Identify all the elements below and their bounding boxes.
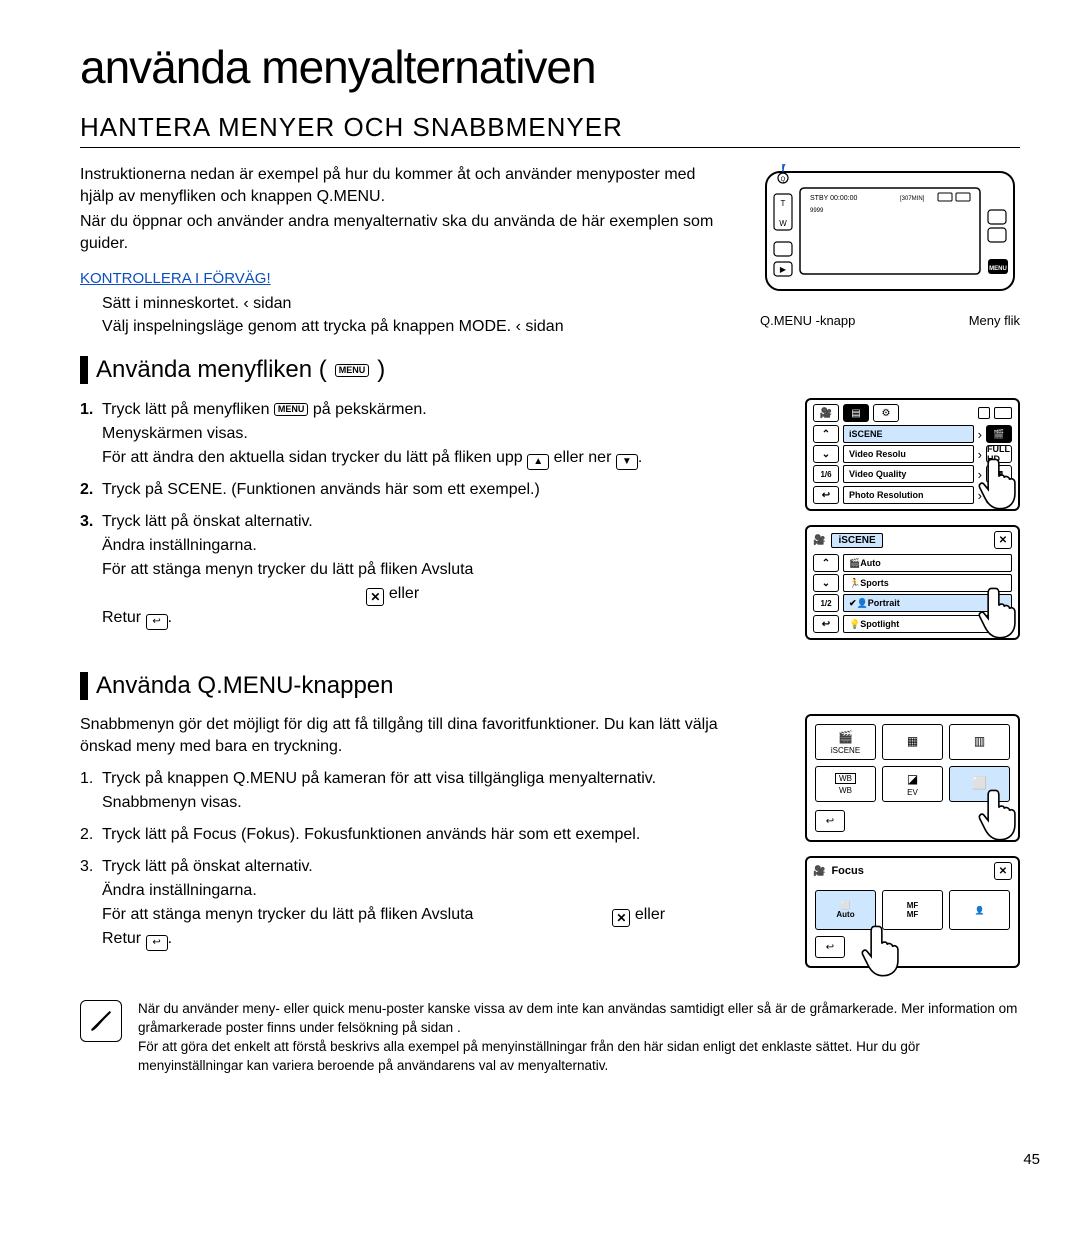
qmenu-intro: Snabbmenyn gör det möjligt för dig att f… xyxy=(80,714,730,757)
mode-icon: 🎥 xyxy=(813,535,825,546)
svg-text:T: T xyxy=(781,199,786,208)
menu-screen-1: 🎥 ▤ ⚙ ⌃iSCENE›🎬 ⌄Video Resolu›FULL HD 1/… xyxy=(805,398,1020,511)
hand-pointer-icon xyxy=(857,920,911,980)
camera-label-qmenu: Q.MENU -knapp xyxy=(760,313,855,328)
menu-row[interactable]: iSCENE xyxy=(843,425,974,443)
close-icon: ✕ xyxy=(612,909,630,927)
camera-diagram: T W ▶ Q MENU STBY 00:00:00 [307MIN] 9999… xyxy=(760,164,1020,338)
section-title: HANTERA MENYER OCH SNABBMENYER xyxy=(80,112,1020,148)
camera-label-menutab: Meny flik xyxy=(969,313,1020,328)
hand-pointer-icon xyxy=(974,453,1028,513)
page-number: 45 xyxy=(1023,1151,1040,1168)
option-row[interactable]: 🎬 Auto xyxy=(843,554,1012,572)
svg-text:9999: 9999 xyxy=(810,208,824,214)
qmenu-item[interactable]: ▥ xyxy=(949,724,1010,760)
subheading-menu-tab: Använda menyfliken ( MENU ) xyxy=(80,356,1020,384)
down-icon: ▼ xyxy=(616,454,638,470)
return-button[interactable]: ↩ xyxy=(815,810,845,832)
screen-title: Focus xyxy=(831,865,863,877)
page-indicator: 1/6 xyxy=(813,465,839,483)
up-button[interactable]: ⌃ xyxy=(813,425,839,443)
down-button[interactable]: ⌄ xyxy=(813,445,839,463)
up-icon: ▲ xyxy=(527,454,549,470)
step-item: 2.Tryck på SCENE. (Funktionen används hä… xyxy=(80,478,730,502)
svg-text:W: W xyxy=(779,219,787,228)
qmenu-item[interactable]: ▦ xyxy=(882,724,943,760)
qmenu-item[interactable]: ◪EV xyxy=(882,766,943,802)
menu-row[interactable]: Photo Resolution xyxy=(843,486,974,504)
qmenu-screen: 🎬iSCENE ▦ ▥ WBWB ◪EV ⬜ ↩ xyxy=(805,714,1020,842)
hand-pointer-icon xyxy=(974,784,1028,844)
svg-text:Q: Q xyxy=(781,177,786,183)
menu-row[interactable]: Video Resolu xyxy=(843,445,974,463)
precheck-item: Sätt i minneskortet. ‹ sidan xyxy=(102,293,730,315)
svg-text:MENU: MENU xyxy=(989,266,1007,272)
value-icon: 🎬 xyxy=(986,425,1012,443)
tab-icon[interactable]: ⚙ xyxy=(873,404,899,422)
menu-screen-2: 🎥 iSCENE ✕ ⌃🎬 Auto ⌄🏃 Sports 1/2✔👤 Portr… xyxy=(805,525,1020,640)
return-button[interactable]: ↩ xyxy=(813,615,839,633)
menu-badge-icon: MENU xyxy=(274,403,309,416)
close-button[interactable]: ✕ xyxy=(994,862,1012,880)
step-item: 3.Tryck lätt på önskat alternativ. Ändra… xyxy=(80,855,730,951)
note-icon xyxy=(80,1000,122,1042)
menu-row[interactable]: Video Quality xyxy=(843,465,974,483)
focus-screen: 🎥 Focus ✕ ⬜Auto MFMF 👤 ↩ xyxy=(805,856,1020,968)
step-item: 1.Tryck på knappen Q.MENU på kameran för… xyxy=(80,767,730,815)
mode-icon: 🎥 xyxy=(813,866,825,877)
hand-pointer-icon xyxy=(974,582,1028,642)
step-item: 2.Tryck lätt på Focus (Fokus). Fokusfunk… xyxy=(80,823,730,847)
return-icon: ↩ xyxy=(146,614,168,630)
close-icon: ✕ xyxy=(366,588,384,606)
focus-option[interactable]: 👤 xyxy=(949,890,1010,930)
return-button[interactable]: ↩ xyxy=(813,486,839,504)
menu-badge-icon: MENU xyxy=(335,364,370,377)
step-item: 1.Tryck lätt på menyfliken MENU på peksk… xyxy=(80,398,730,470)
svg-text:[307MIN]: [307MIN] xyxy=(900,196,925,202)
battery-icon xyxy=(994,407,1012,419)
note-text: När du använder meny- eller quick menu-p… xyxy=(138,1000,1020,1076)
page-indicator: 1/2 xyxy=(813,594,839,612)
svg-text:STBY 00:00:00: STBY 00:00:00 xyxy=(810,195,857,202)
intro-1: Instruktionerna nedan är exempel på hur … xyxy=(80,164,730,207)
up-button[interactable]: ⌃ xyxy=(813,554,839,572)
screen-title: iSCENE xyxy=(831,533,882,548)
return-button[interactable]: ↩ xyxy=(815,936,845,958)
tab-icon[interactable]: ▤ xyxy=(843,404,869,422)
tab-icon[interactable]: 🎥 xyxy=(813,404,839,422)
page-title: använda menyalternativen xyxy=(80,40,1020,94)
storage-icon xyxy=(978,407,990,419)
subheading-qmenu: Använda Q.MENU-knappen xyxy=(80,672,1020,700)
close-button[interactable]: ✕ xyxy=(994,531,1012,549)
precheck-heading: KONTROLLERA I FÖRVÄG! xyxy=(80,270,271,287)
step-item: 3.Tryck lätt på önskat alternativ. Ändra… xyxy=(80,510,730,630)
qmenu-item[interactable]: WBWB xyxy=(815,766,876,802)
qmenu-item[interactable]: 🎬iSCENE xyxy=(815,724,876,760)
return-icon: ↩ xyxy=(146,935,168,951)
precheck-item: Välj inspelningsläge genom att trycka på… xyxy=(102,316,730,338)
down-button[interactable]: ⌄ xyxy=(813,574,839,592)
svg-text:▶: ▶ xyxy=(780,265,787,274)
intro-2: När du öppnar och använder andra menyalt… xyxy=(80,211,730,254)
